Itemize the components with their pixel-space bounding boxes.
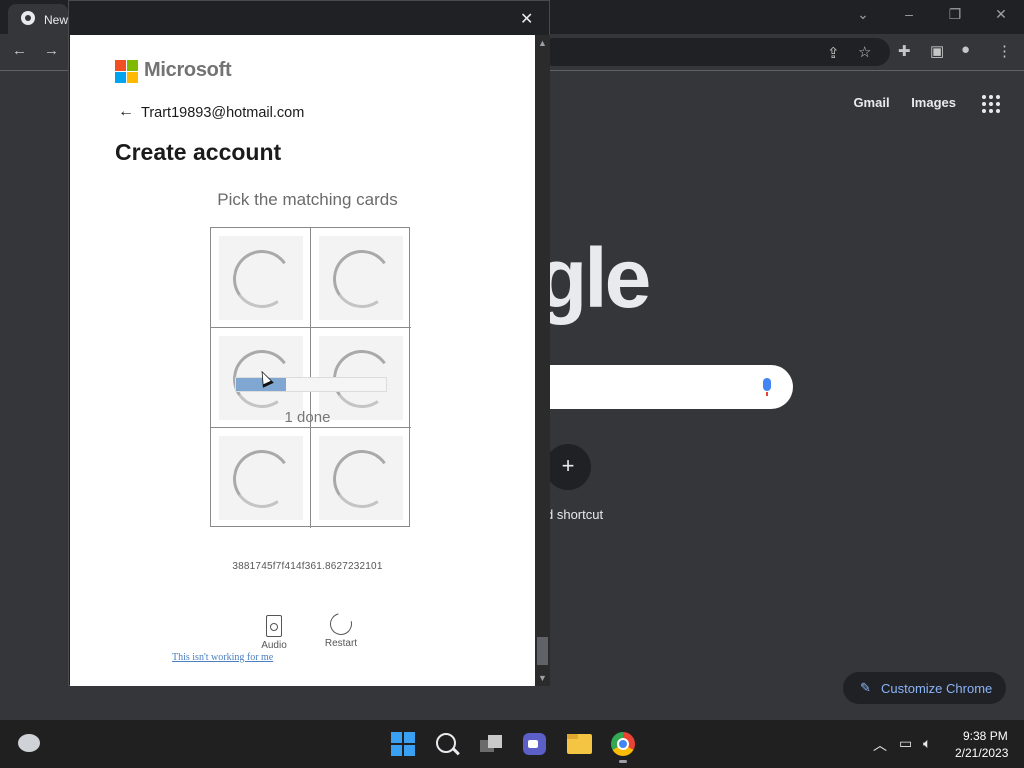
back-icon[interactable]: ← — [12, 42, 27, 59]
brand-name: Microsoft — [144, 59, 232, 81]
captcha-card[interactable] — [311, 428, 411, 528]
add-shortcut-button[interactable]: + — [545, 444, 591, 490]
windows-taskbar: ︿ ▭ 🔈︎ 9:38 PM 2/21/2023 — [0, 720, 1024, 768]
google-header-links: Gmail Images — [835, 95, 956, 110]
share-icon[interactable]: ⇪ — [827, 44, 840, 62]
restore-icon[interactable]: ❐ — [943, 6, 967, 23]
page-title: Create account — [115, 139, 282, 165]
account-email: Trart19893@hotmail.com — [141, 105, 305, 121]
browser-tab[interactable]: New — [8, 4, 68, 34]
signup-popup-window: ✕ Microsoft ← Trart19893@hotmail.com Cre… — [68, 0, 550, 686]
loading-spinner-icon — [328, 245, 396, 313]
google-search-box[interactable] — [530, 365, 793, 409]
restart-icon — [325, 608, 357, 640]
audio-label: Audio — [261, 640, 287, 651]
restart-button[interactable]: Restart — [321, 608, 361, 649]
teams-chat-icon[interactable] — [523, 733, 546, 755]
popup-scrollbar[interactable]: ▲ ▼ — [535, 35, 550, 686]
scroll-up-icon[interactable]: ▲ — [538, 38, 547, 48]
session-id: 3881745f7f414f361.8627232101 — [232, 561, 383, 572]
forward-icon[interactable]: → — [44, 42, 59, 59]
progress-bar — [235, 377, 387, 392]
progress-text: 1 done — [284, 409, 331, 426]
chrome-taskbar-icon[interactable] — [611, 732, 635, 756]
windows-start-icon[interactable] — [391, 732, 415, 756]
not-working-link[interactable]: This isn't working for me — [172, 652, 273, 663]
task-view-icon[interactable] — [480, 732, 504, 756]
bookmark-star-icon[interactable]: ☆ — [858, 43, 871, 61]
audio-button[interactable]: Audio — [258, 615, 290, 651]
google-logo: gle — [536, 231, 651, 325]
gmail-link[interactable]: Gmail — [853, 95, 889, 110]
chrome-icon — [21, 11, 35, 25]
network-icon[interactable]: ▭ — [899, 735, 912, 752]
captcha-prompt: Pick the matching cards — [217, 190, 398, 209]
microphone-icon[interactable] — [763, 378, 771, 396]
search-icon[interactable] — [436, 733, 456, 753]
extensions-icon[interactable]: ✚ — [898, 42, 911, 60]
captcha-card[interactable] — [211, 228, 311, 328]
add-shortcut-label: d shortcut — [546, 507, 604, 522]
captcha-card[interactable] — [311, 228, 411, 328]
customize-chrome-button[interactable]: ✎ Customize Chrome — [843, 672, 1006, 704]
restart-label: Restart — [324, 638, 358, 649]
clock-time[interactable]: 9:38 PM — [963, 729, 1008, 743]
loading-spinner-icon — [228, 245, 296, 313]
side-panel-icon[interactable]: ▣ — [930, 42, 944, 60]
address-bar[interactable]: ⇪ ☆ — [540, 38, 890, 66]
file-explorer-icon[interactable] — [567, 734, 592, 754]
popup-content: Microsoft ← Trart19893@hotmail.com Creat… — [70, 35, 535, 686]
close-popup-icon[interactable]: ✕ — [520, 9, 533, 29]
close-window-icon[interactable]: ✕ — [989, 6, 1013, 23]
clock-date[interactable]: 2/21/2023 — [955, 746, 1008, 760]
captcha-card[interactable] — [211, 428, 311, 528]
pencil-icon: ✎ — [860, 680, 871, 695]
running-indicator — [619, 760, 627, 763]
scroll-down-icon[interactable]: ▼ — [538, 673, 547, 683]
microsoft-logo-icon — [115, 60, 138, 83]
volume-icon[interactable]: 🔈︎ — [923, 735, 931, 752]
tab-search-icon[interactable]: ⌄ — [851, 6, 875, 23]
customize-chrome-label: Customize Chrome — [881, 681, 993, 696]
scroll-thumb[interactable] — [537, 637, 548, 665]
images-link[interactable]: Images — [911, 95, 956, 110]
google-apps-icon[interactable] — [982, 95, 1000, 113]
menu-icon[interactable]: ⋮ — [997, 42, 1012, 60]
minimize-icon[interactable]: – — [897, 6, 921, 22]
back-arrow-icon[interactable]: ← — [118, 103, 134, 121]
speaker-icon — [266, 615, 282, 637]
loading-spinner-icon — [228, 445, 296, 513]
profile-icon[interactable]: ● — [961, 41, 970, 58]
captcha-panel: Pick the matching cards 1 done 3881745f7… — [165, 175, 450, 663]
weather-icon[interactable] — [18, 734, 40, 752]
chevron-up-icon[interactable]: ︿ — [873, 735, 887, 755]
tab-title: New — [44, 13, 69, 27]
loading-spinner-icon — [328, 445, 396, 513]
